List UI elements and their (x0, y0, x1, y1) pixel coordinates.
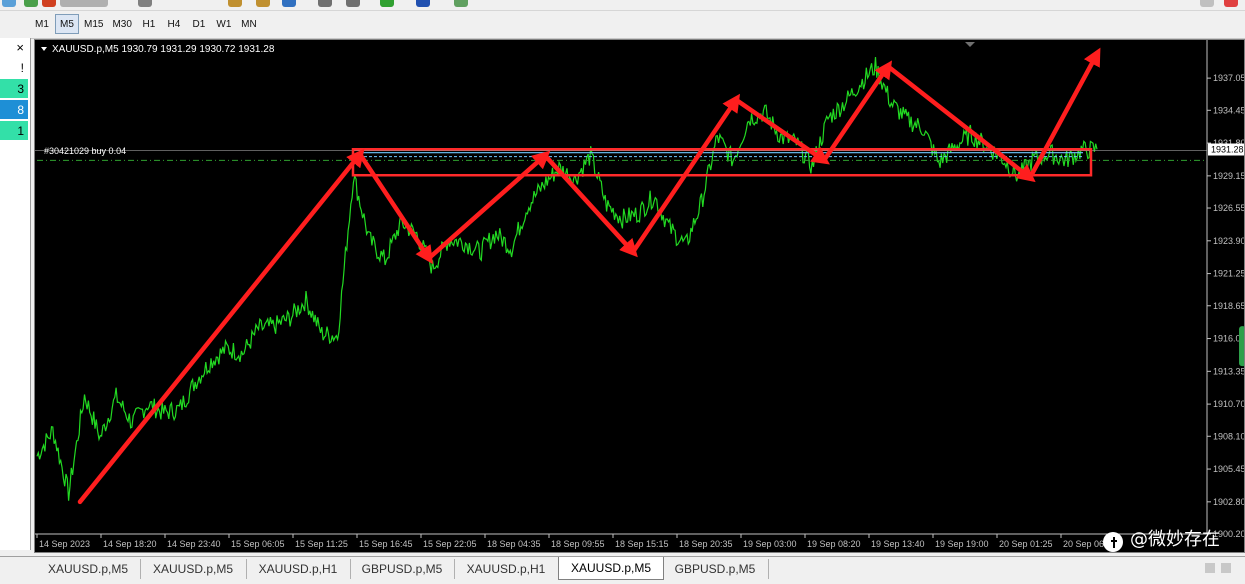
time-tick-label: 18 Sep 15:15 (615, 539, 669, 549)
timeframe-button-m30[interactable]: M30 (108, 14, 135, 34)
trend-arrow (542, 153, 638, 258)
autotrade-label-icon[interactable] (60, 0, 108, 7)
price-tick-label: 1905.45 (1213, 464, 1244, 474)
timeframe-button-w1[interactable]: W1 (212, 14, 236, 34)
price-tick-label: 1926.55 (1213, 203, 1244, 213)
panel-cell: ! (20, 60, 24, 75)
chart-tab[interactable]: GBPUSD.p,M5 (662, 559, 769, 579)
time-tick-label: 18 Sep 09:55 (551, 539, 605, 549)
chart-header: XAUUSD.p,M5 1930.79 1931.29 1930.72 1931… (52, 44, 275, 55)
timeframe-button-h4[interactable]: H4 (162, 14, 186, 34)
time-tick-label: 18 Sep 04:35 (487, 539, 541, 549)
line-tool-icon[interactable] (318, 0, 332, 7)
scale-scroll-handle[interactable] (1239, 326, 1244, 367)
trend-arrow (426, 150, 551, 261)
timeframe-button-d1[interactable]: D1 (187, 14, 211, 34)
chart-tab[interactable]: XAUUSD.p,H1 (246, 559, 351, 579)
top-toolbar-strip (0, 0, 1245, 11)
time-tick-label: 15 Sep 06:05 (231, 539, 285, 549)
chart-tab-label: GBPUSD.p,M5 (361, 562, 443, 576)
panel-cell: 3 (0, 79, 28, 98)
time-tick-label: 15 Sep 22:05 (423, 539, 477, 549)
price-series-line (36, 56, 1098, 501)
timeframe-button-m1[interactable]: M1 (30, 14, 54, 34)
tab-scroll-right-icon[interactable] (1221, 563, 1231, 573)
header-dropdown-icon[interactable] (41, 47, 47, 51)
chart-tab-label: XAUUSD.p,M5 (47, 562, 129, 576)
price-tick-label: 1937.05 (1213, 73, 1244, 83)
tab-scroll-left-icon[interactable] (1205, 563, 1215, 573)
timeframe-button-m5[interactable]: M5 (55, 14, 79, 34)
chart-tab[interactable]: XAUUSD.p,M5 (140, 559, 247, 579)
navigator-icon[interactable] (2, 0, 16, 7)
panel-close-icon[interactable]: × (0, 38, 28, 57)
chart-window[interactable]: 1937.05 1934.45 1931.80 1931.28 1929.15 1926.… (34, 39, 1245, 553)
price-tick-label: 1923.90 (1213, 236, 1244, 246)
chart-tab[interactable]: XAUUSD.p,M5 (36, 559, 141, 579)
chart-tab[interactable]: GBPUSD.p,M5 (350, 559, 455, 579)
time-tick-label: 14 Sep 18:20 (103, 539, 157, 549)
chart-tab-label: XAUUSD.p,H1 (466, 562, 546, 576)
chart-tab-label: XAUUSD.p,M5 (570, 561, 652, 575)
annotation-layer (35, 47, 1207, 505)
price-chart[interactable]: 1937.051934.451931.801931.281929.151926.… (35, 40, 1244, 552)
time-tick-label: 19 Sep 13:40 (871, 539, 925, 549)
timeframe-button-h1[interactable]: H1 (137, 14, 161, 34)
time-tick-label: 15 Sep 16:45 (359, 539, 413, 549)
chart-tab[interactable]: XAUUSD.p,M5 (558, 557, 664, 580)
help-icon[interactable] (1200, 0, 1214, 7)
current-price-label: 1931.28 (1211, 145, 1244, 155)
timeframe-button-mn[interactable]: MN (237, 14, 261, 34)
price-tick-label: 1934.45 (1213, 105, 1244, 115)
time-tick-label: 19 Sep 03:00 (743, 539, 797, 549)
channel-tool-icon[interactable] (346, 0, 360, 7)
time-tick-label: 15 Sep 11:25 (295, 539, 348, 549)
price-tick-label: 1918.65 (1213, 301, 1244, 311)
chart-shift-marker[interactable] (965, 42, 975, 47)
chart-tab-label: XAUUSD.p,M5 (152, 562, 234, 576)
panel-cell: 1 (0, 121, 28, 140)
trend-arrow (1027, 47, 1101, 180)
market-watch-panel: × ! 3 8 1 (0, 38, 31, 550)
timeframe-toolbar: M1 M5 M15 M30 H1 H4 D1 W1 MN (30, 12, 261, 36)
watermark-text: @微妙存在 (1130, 529, 1220, 550)
price-tick-label: 1921.25 (1213, 269, 1244, 279)
trend-arrow (733, 97, 830, 165)
time-tick-label: 19 Sep 19:00 (935, 539, 989, 549)
order-label: #30421029 buy 0.04 (44, 146, 126, 156)
autotrade-icon[interactable] (24, 0, 38, 7)
tile-windows-icon[interactable] (282, 0, 296, 7)
zoom-out-icon[interactable] (256, 0, 270, 7)
panel-cell: 8 (0, 100, 28, 119)
price-line-layer (36, 56, 1098, 501)
toolbar: M1 M5 M15 M30 H1 H4 D1 W1 MN (0, 0, 1245, 39)
chart-tabs: XAUUSD.p,M5 XAUUSD.p,M5 XAUUSD.p,H1 GBPUSD.… (0, 556, 1245, 584)
chart-tab-label: GBPUSD.p,M5 (674, 562, 756, 576)
price-tick-label: 1908.10 (1213, 431, 1244, 441)
price-tick-label: 1910.70 (1213, 399, 1244, 409)
trend-arrow (357, 151, 433, 265)
autotrade-stop-icon[interactable] (42, 0, 56, 7)
zoom-in-icon[interactable] (228, 0, 242, 7)
time-tick-label: 18 Sep 20:35 (679, 539, 733, 549)
chart-tab-label: XAUUSD.p,H1 (258, 562, 338, 576)
trend-arrow (77, 148, 365, 505)
time-tick-label: 19 Sep 08:20 (807, 539, 861, 549)
template-icon[interactable] (454, 0, 468, 7)
time-tick-label: 14 Sep 2023 (39, 539, 90, 549)
time-tick-label: 20 Sep 06: (1063, 539, 1107, 549)
period-icon[interactable] (416, 0, 430, 7)
price-tick-label: 1913.35 (1213, 366, 1244, 376)
add-icon[interactable] (380, 0, 394, 7)
price-tick-label: 1929.15 (1213, 171, 1244, 181)
timeframe-button-m15[interactable]: M15 (80, 14, 107, 34)
crosshair-icon[interactable] (138, 0, 152, 7)
time-tick-label: 14 Sep 23:40 (167, 539, 221, 549)
time-tick-label: 20 Sep 01:25 (999, 539, 1053, 549)
watermark-logo (1103, 532, 1123, 552)
chart-tab[interactable]: XAUUSD.p,H1 (454, 559, 559, 579)
price-tick-label: 1902.80 (1213, 497, 1244, 507)
notification-icon[interactable] (1224, 0, 1238, 7)
